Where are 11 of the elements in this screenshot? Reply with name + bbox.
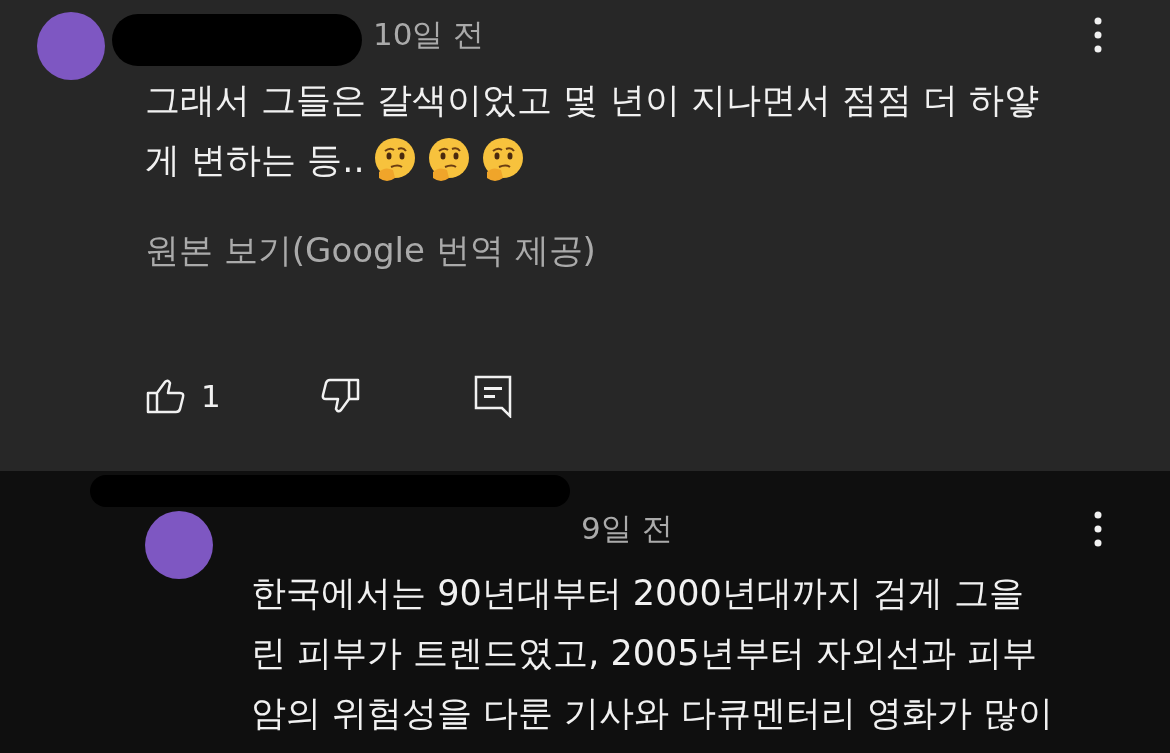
comment-text: 게 변하는 등.. — [145, 139, 365, 182]
like-count: 1 — [201, 378, 221, 414]
comment-text: 한국에서는 90년대부터 2000년대까지 검게 그을 — [251, 572, 1025, 615]
comment-text: 린 피부가 트렌드였고, 2005년부터 자외선과 피부 — [251, 632, 1037, 675]
comment-text: 암의 위험성을 다룬 기사와 다큐멘터리 영화가 많이 — [251, 692, 1053, 735]
more-icon[interactable] — [1093, 511, 1103, 547]
more-icon[interactable] — [1093, 17, 1103, 53]
see-original-link[interactable]: 원본 보기(Google 번역 제공) — [145, 228, 596, 274]
comment-text: 그래서 그들은 갈색이었고 몇 년이 지나면서 점점 더 하얗 — [145, 79, 1039, 122]
comment-time: 9일 전 — [581, 509, 673, 548]
comment-time: 10일 전 — [373, 15, 485, 54]
